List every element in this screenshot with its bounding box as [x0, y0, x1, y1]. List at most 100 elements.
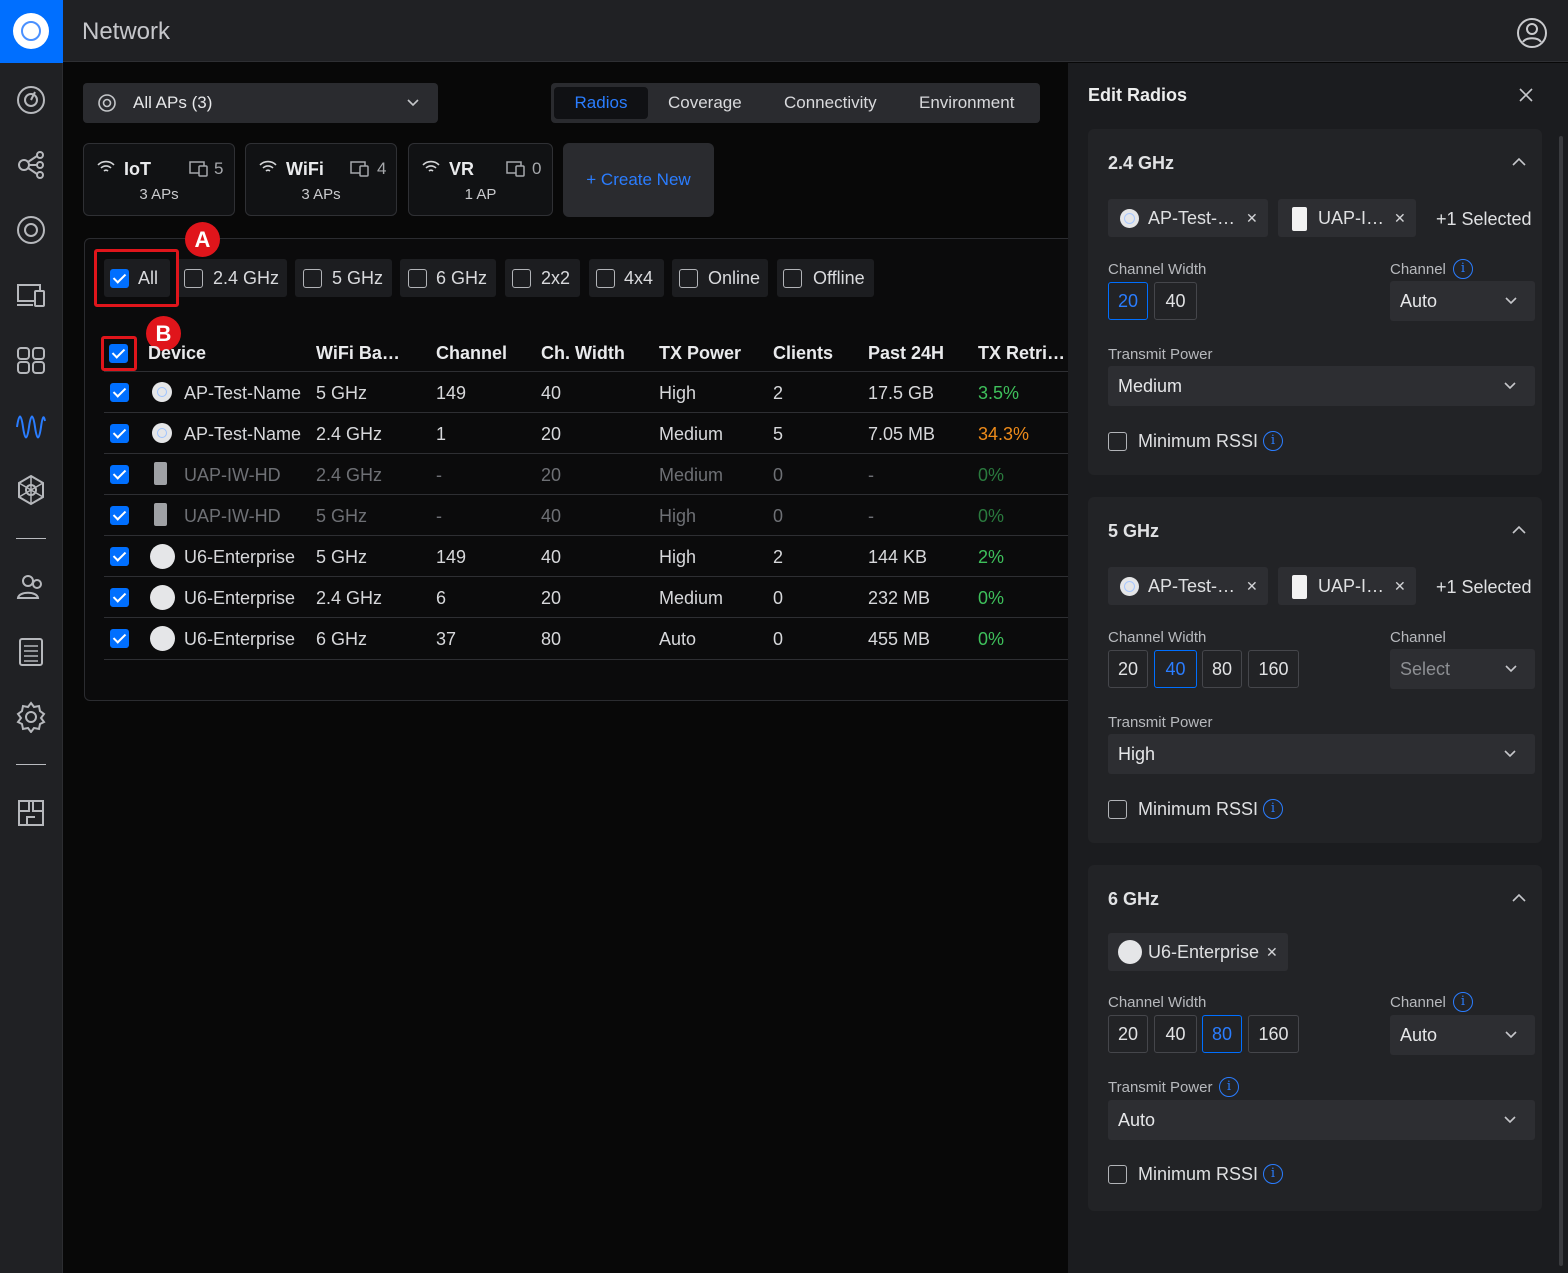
channel-width-40[interactable]: 40 — [1154, 282, 1197, 320]
column-header-tx-power[interactable]: TX Power — [659, 343, 741, 364]
row-checkbox[interactable] — [110, 465, 129, 484]
filter-6ghz[interactable]: 6 GHz — [400, 259, 496, 297]
transmit-power-select[interactable]: High — [1108, 734, 1535, 774]
selected-device-tag[interactable]: U6-Enterprise ✕ — [1108, 933, 1288, 971]
ports-icon[interactable] — [15, 344, 47, 376]
transmit-power-select[interactable]: Medium — [1108, 366, 1535, 406]
panel-scrollbar[interactable] — [1559, 136, 1563, 1266]
row-checkbox[interactable] — [110, 424, 129, 443]
filter-2-4ghz[interactable]: 2.4 GHz — [176, 259, 287, 297]
chevron-up-icon[interactable] — [1512, 157, 1526, 167]
table-row[interactable]: UAP-IW-HD 2.4 GHz - 20 Medium 0 - 0% — [104, 453, 1068, 494]
channel-select[interactable]: Auto — [1390, 281, 1535, 321]
topology-icon[interactable] — [15, 149, 47, 181]
chevron-up-icon[interactable] — [1512, 525, 1526, 535]
selected-device-tag[interactable]: AP-Test-… ✕ — [1108, 567, 1268, 605]
close-icon[interactable] — [1518, 87, 1534, 103]
filter-checkbox[interactable] — [303, 269, 322, 288]
chevron-up-icon[interactable] — [1512, 893, 1526, 903]
group-card-vr[interactable]: VR 0 1 AP — [408, 143, 553, 216]
channel-select[interactable]: Select — [1390, 649, 1535, 689]
selected-device-tag[interactable]: UAP-I… ✕ — [1278, 567, 1416, 605]
channel-width-160[interactable]: 160 — [1248, 1015, 1299, 1053]
filter-checkbox[interactable] — [512, 269, 531, 288]
filter-checkbox[interactable] — [184, 269, 203, 288]
filter-checkbox[interactable] — [408, 269, 427, 288]
table-row[interactable]: U6-Enterprise 2.4 GHz 6 20 Medium 0 232 … — [104, 576, 1068, 617]
row-checkbox[interactable] — [110, 629, 129, 648]
filter-checkbox[interactable] — [783, 269, 802, 288]
create-new-group-button[interactable]: + Create New — [563, 143, 714, 217]
channel-width-20[interactable]: 20 — [1108, 1015, 1148, 1053]
filter-4x4[interactable]: 4x4 — [589, 259, 664, 297]
channel-select[interactable]: Auto — [1390, 1015, 1535, 1055]
filter-checkbox[interactable] — [596, 269, 615, 288]
selected-device-tag[interactable]: UAP-I… ✕ — [1278, 199, 1416, 237]
remove-tag-icon[interactable]: ✕ — [1394, 578, 1406, 595]
devices-icon[interactable] — [15, 214, 47, 246]
table-row[interactable]: AP-Test-Name 5 GHz 149 40 High 2 17.5 GB… — [104, 371, 1068, 412]
tab-environment[interactable]: Environment — [919, 87, 1014, 119]
info-icon[interactable]: i — [1263, 431, 1283, 451]
filter-5ghz[interactable]: 5 GHz — [295, 259, 392, 297]
filter-checkbox[interactable] — [679, 269, 698, 288]
client-devices-icon[interactable] — [15, 279, 47, 311]
column-header-past-24h[interactable]: Past 24H — [868, 343, 944, 364]
dashboard-icon[interactable] — [15, 84, 47, 116]
filter-offline[interactable]: Offline — [777, 259, 874, 297]
row-checkbox[interactable] — [110, 383, 129, 402]
channel-width-40[interactable]: 40 — [1154, 650, 1197, 688]
ubiquiti-logo-icon[interactable] — [0, 0, 63, 63]
minimum-rssi-checkbox[interactable] — [1108, 1165, 1127, 1184]
remove-tag-icon[interactable]: ✕ — [1246, 578, 1258, 595]
innerspace-map-icon[interactable] — [15, 797, 47, 829]
column-header-device[interactable]: Device — [148, 343, 206, 364]
column-header-wifi-band[interactable]: WiFi Ba… — [316, 343, 400, 364]
channel-width-20[interactable]: 20 — [1108, 282, 1148, 320]
row-checkbox[interactable] — [110, 547, 129, 566]
info-icon[interactable]: i — [1263, 799, 1283, 819]
minimum-rssi-checkbox[interactable] — [1108, 432, 1127, 451]
table-row[interactable]: U6-Enterprise 5 GHz 149 40 High 2 144 KB… — [104, 535, 1068, 576]
remove-tag-icon[interactable]: ✕ — [1394, 210, 1406, 227]
column-header-clients[interactable]: Clients — [773, 343, 833, 364]
column-header-tx-retries[interactable]: TX Retri… — [978, 343, 1065, 364]
tab-coverage[interactable]: Coverage — [668, 87, 742, 119]
users-icon[interactable] — [15, 571, 47, 603]
row-checkbox[interactable] — [110, 588, 129, 607]
remove-tag-icon[interactable]: ✕ — [1266, 944, 1278, 961]
column-header-channel-width[interactable]: Ch. Width — [541, 343, 625, 364]
info-icon[interactable]: i — [1453, 992, 1473, 1012]
group-card-wifi[interactable]: WiFi 4 3 APs — [245, 143, 397, 216]
info-icon[interactable]: i — [1453, 259, 1473, 279]
channel-width-80[interactable]: 80 — [1202, 650, 1242, 688]
tab-radios[interactable]: Radios — [554, 87, 648, 119]
minimum-rssi-checkbox[interactable] — [1108, 800, 1127, 819]
group-card-iot[interactable]: IoT 5 3 APs — [83, 143, 235, 216]
wifi-radios-icon[interactable] — [15, 409, 47, 441]
row-checkbox[interactable] — [110, 506, 129, 525]
ap-selector-dropdown[interactable]: All APs (3) — [83, 83, 438, 123]
table-row[interactable]: UAP-IW-HD 5 GHz - 40 High 0 - 0% — [104, 494, 1068, 535]
channel-width-40[interactable]: 40 — [1154, 1015, 1197, 1053]
select-all-checkbox[interactable] — [109, 344, 128, 363]
table-row[interactable]: AP-Test-Name 2.4 GHz 1 20 Medium 5 7.05 … — [104, 412, 1068, 453]
info-icon[interactable]: i — [1263, 1164, 1283, 1184]
channel-width-80[interactable]: 80 — [1202, 1015, 1242, 1053]
more-selected-label[interactable]: +1 Selected — [1436, 209, 1532, 230]
transmit-power-select[interactable]: Auto — [1108, 1100, 1535, 1140]
network-mesh-icon[interactable] — [15, 474, 47, 506]
channel-width-20[interactable]: 20 — [1108, 650, 1148, 688]
info-icon[interactable]: i — [1219, 1077, 1239, 1097]
remove-tag-icon[interactable]: ✕ — [1246, 210, 1258, 227]
more-selected-label[interactable]: +1 Selected — [1436, 577, 1532, 598]
channel-width-160[interactable]: 160 — [1248, 650, 1299, 688]
user-avatar-icon[interactable] — [1515, 16, 1549, 50]
column-header-channel[interactable]: Channel — [436, 343, 507, 364]
table-row[interactable]: U6-Enterprise 6 GHz 37 80 Auto 0 455 MB … — [104, 617, 1068, 658]
settings-gear-icon[interactable] — [15, 701, 47, 733]
filter-online[interactable]: Online — [672, 259, 768, 297]
logs-icon[interactable] — [15, 636, 47, 668]
filter-2x2[interactable]: 2x2 — [505, 259, 580, 297]
tab-connectivity[interactable]: Connectivity — [784, 87, 877, 119]
